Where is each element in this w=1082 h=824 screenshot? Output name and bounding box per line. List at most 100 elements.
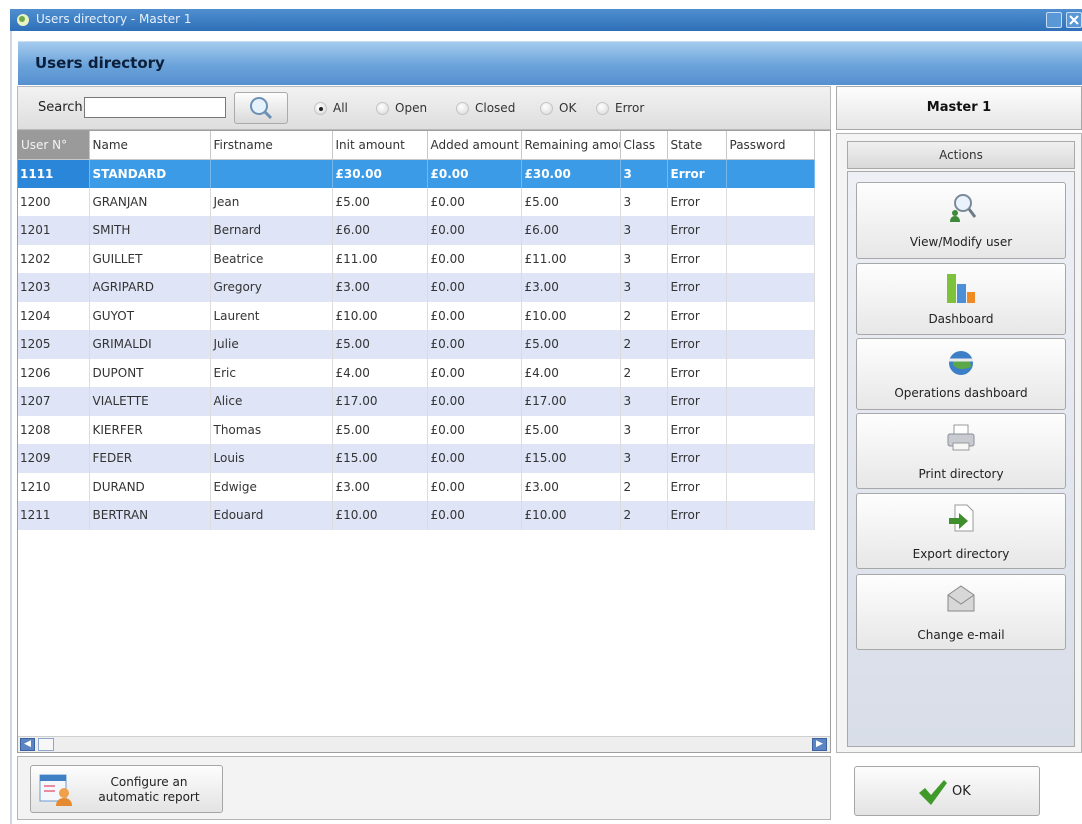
- table-cell: £0.00: [427, 187, 522, 216]
- export-arrow-icon: [949, 504, 974, 532]
- table-cell: 1202: [18, 244, 90, 273]
- table-cell: 1211: [18, 501, 90, 530]
- radio-dot[interactable]: [376, 101, 389, 115]
- table-cell: 3: [620, 444, 668, 473]
- table-cell: £30.00: [332, 159, 428, 188]
- page-title: Users directory: [35, 54, 165, 72]
- table-cell: Error: [667, 330, 727, 359]
- filter-radio-error[interactable]: Error: [596, 101, 644, 115]
- radio-dot[interactable]: [540, 101, 553, 115]
- scroll-left-button[interactable]: ◀: [20, 738, 35, 751]
- table-cell: GUILLET: [89, 244, 211, 273]
- search-input[interactable]: [84, 97, 226, 118]
- table-row[interactable]: 1205 GRIMALDI Julie £5.00 £0.00 £5.00 2 Error: [18, 330, 815, 359]
- table-cell: £0.00: [427, 301, 522, 330]
- window-title: Users directory - Master 1: [36, 12, 192, 26]
- table-row[interactable]: 1210 DURAND Edwige £3.00 £0.00 £3.00 2 Error: [18, 472, 815, 501]
- view-modify-user-button[interactable]: View/Modify user: [856, 182, 1066, 259]
- filter-radio-closed[interactable]: Closed: [456, 101, 515, 115]
- table-cell: Bernard: [210, 216, 333, 245]
- print-directory-button[interactable]: Print directory: [856, 413, 1066, 489]
- table-cell: £15.00: [332, 444, 428, 473]
- table-cell: Error: [667, 444, 727, 473]
- filter-radio-open[interactable]: Open: [376, 101, 427, 115]
- master-title: Master 1: [836, 86, 1082, 130]
- table-cell: DUPONT: [89, 358, 211, 387]
- filter-radio-all[interactable]: All: [314, 101, 348, 115]
- table-cell: 3: [620, 159, 668, 188]
- table-row[interactable]: 1111 STANDARD £30.00 £0.00 £30.00 3 Error: [18, 159, 815, 188]
- column-header[interactable]: Name: [89, 131, 211, 160]
- column-header[interactable]: User N°: [18, 131, 90, 160]
- table-row[interactable]: 1204 GUYOT Laurent £10.00 £0.00 £10.00 2 Error: [18, 301, 815, 330]
- table-cell: £10.00: [332, 301, 428, 330]
- column-header[interactable]: Class: [620, 131, 668, 160]
- bar-chart-icon: [947, 274, 975, 303]
- table-cell: [726, 187, 815, 216]
- table-cell: Error: [667, 501, 727, 530]
- table-cell: £5.00: [332, 330, 428, 359]
- table-cell: £0.00: [427, 330, 522, 359]
- table-row[interactable]: 1207 VIALETTE Alice £17.00 £0.00 £17.00 3 Error: [18, 387, 815, 416]
- horizontal-scrollbar[interactable]: ◀ ▶: [18, 736, 830, 752]
- ok-button[interactable]: OK: [854, 766, 1040, 816]
- table-cell: Edouard: [210, 501, 333, 530]
- table-cell: 3: [620, 216, 668, 245]
- table-cell: 1201: [18, 216, 90, 245]
- filter-radio-ok[interactable]: OK: [540, 101, 576, 115]
- table-cell: 1207: [18, 387, 90, 416]
- table-cell: [726, 159, 815, 188]
- table-cell: [726, 301, 815, 330]
- search-button[interactable]: [234, 92, 288, 124]
- table-cell: 3: [620, 415, 668, 444]
- column-header[interactable]: Password: [726, 131, 815, 160]
- table-cell: 3: [620, 387, 668, 416]
- restore-button[interactable]: [1046, 12, 1062, 28]
- table-cell: £3.00: [521, 273, 621, 302]
- print-directory-label: Print directory: [918, 467, 1004, 481]
- dashboard-button[interactable]: Dashboard: [856, 263, 1066, 335]
- close-button[interactable]: [1066, 12, 1082, 28]
- radio-dot[interactable]: [456, 101, 469, 115]
- scroll-thumb[interactable]: [38, 738, 54, 751]
- table-cell: £10.00: [521, 301, 621, 330]
- table-row[interactable]: 1200 GRANJAN Jean £5.00 £0.00 £5.00 3 Error: [18, 187, 815, 216]
- table-row[interactable]: 1201 SMITH Bernard £6.00 £0.00 £6.00 3 Error: [18, 216, 815, 245]
- filter-label: All: [333, 101, 348, 115]
- table-cell: £17.00: [521, 387, 621, 416]
- table-cell: £0.00: [427, 159, 522, 188]
- table-cell: £0.00: [427, 244, 522, 273]
- table-row[interactable]: 1208 KIERFER Thomas £5.00 £0.00 £5.00 3 Error: [18, 415, 815, 444]
- table-cell: £17.00: [332, 387, 428, 416]
- dashboard-label: Dashboard: [928, 312, 994, 326]
- page-header: Users directory: [18, 41, 1082, 85]
- column-header[interactable]: State: [667, 131, 727, 160]
- column-header[interactable]: Remaining amou: [521, 131, 621, 160]
- table-cell: [726, 387, 815, 416]
- scroll-right-button[interactable]: ▶: [812, 738, 827, 751]
- filter-label: Error: [615, 101, 645, 115]
- column-header[interactable]: Added amount: [427, 131, 522, 160]
- table-cell: £6.00: [521, 216, 621, 245]
- table-cell: [726, 216, 815, 245]
- table-cell: £0.00: [427, 415, 522, 444]
- table-cell: Thomas: [210, 415, 333, 444]
- table-row[interactable]: 1209 FEDER Louis £15.00 £0.00 £15.00 3 Error: [18, 444, 815, 473]
- radio-dot[interactable]: [314, 101, 327, 115]
- table-cell: Error: [667, 216, 727, 245]
- actions-header[interactable]: Actions: [847, 141, 1075, 169]
- table-cell: £0.00: [427, 501, 522, 530]
- radio-dot[interactable]: [596, 101, 609, 115]
- search-label: Search:: [38, 100, 88, 115]
- export-directory-button[interactable]: Export directory: [856, 493, 1066, 569]
- table-row[interactable]: 1206 DUPONT Eric £4.00 £0.00 £4.00 2 Error: [18, 358, 815, 387]
- table-row[interactable]: 1203 AGRIPARD Gregory £3.00 £0.00 £3.00 3 Error: [18, 273, 815, 302]
- table-row[interactable]: 1202 GUILLET Beatrice £11.00 £0.00 £11.00 3 Err…: [18, 244, 815, 273]
- column-header[interactable]: Firstname: [210, 131, 333, 160]
- table-cell: Edwige: [210, 472, 333, 501]
- configure-report-button[interactable]: Configure an automatic report: [30, 765, 223, 813]
- column-header[interactable]: Init amount: [332, 131, 428, 160]
- operations-dashboard-button[interactable]: Operations dashboard: [856, 338, 1066, 410]
- change-email-button[interactable]: Change e-mail: [856, 574, 1066, 650]
- table-row[interactable]: 1211 BERTRAN Edouard £10.00 £0.00 £10.00 2 Erro…: [18, 501, 815, 530]
